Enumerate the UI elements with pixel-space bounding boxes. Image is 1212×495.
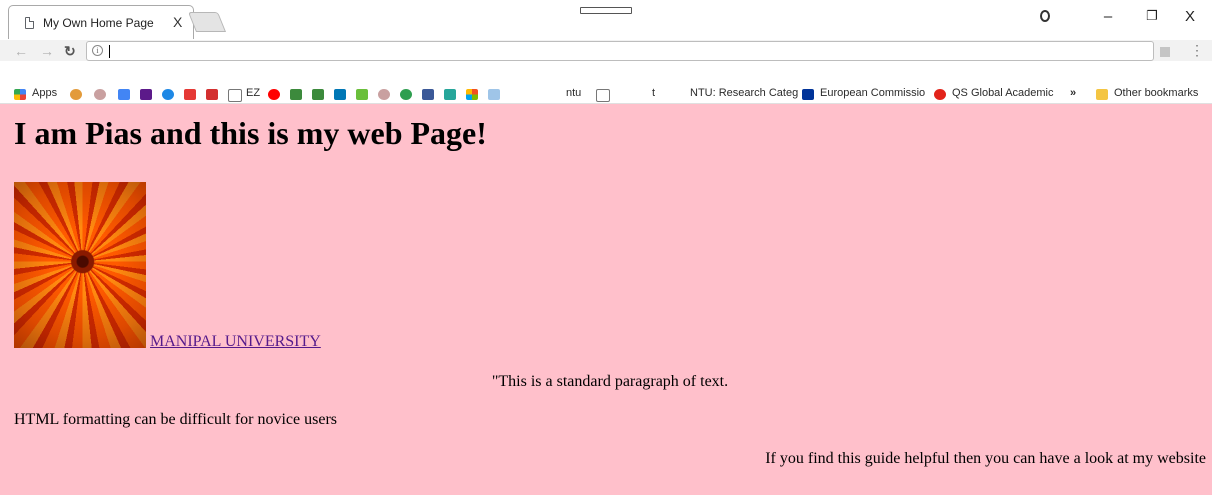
tab-close-button[interactable]: X — [173, 14, 182, 30]
standard-paragraph: "This is a standard paragraph of text. — [491, 373, 729, 390]
reload-icon[interactable]: ↻ — [64, 43, 76, 60]
bookmark-favicon[interactable] — [488, 89, 500, 100]
bookmark-favicon[interactable] — [356, 89, 368, 100]
window-drag-handle[interactable] — [580, 7, 632, 14]
page-icon[interactable] — [228, 89, 242, 102]
text-caret — [109, 45, 110, 58]
eu-icon[interactable] — [802, 89, 814, 100]
guide-paragraph: If you find this guide helpful then you … — [765, 450, 1206, 467]
linkedin-icon[interactable] — [334, 89, 346, 100]
bookmark-other[interactable]: Other bookmarks — [1114, 87, 1198, 99]
bookmark-favicon[interactable] — [290, 89, 302, 100]
folder-icon — [1096, 89, 1108, 100]
bookmark-favicon[interactable] — [70, 89, 82, 100]
info-icon[interactable]: i — [92, 45, 103, 56]
bookmark-favicon[interactable] — [444, 89, 456, 100]
menu-icon[interactable]: ⋮ — [1190, 42, 1204, 59]
manipal-university-link[interactable]: MANIPAL UNIVERSITY — [150, 333, 321, 351]
back-icon[interactable]: ← — [14, 43, 28, 59]
page-icon — [25, 17, 34, 29]
formatting-paragraph: HTML formatting can be difficult for nov… — [14, 411, 338, 428]
title-bar: My Own Home Page X – ❐ X — [0, 0, 1212, 40]
gmail-icon[interactable] — [206, 89, 218, 100]
bookmark-favicon[interactable] — [312, 89, 324, 100]
bookmark-favicon[interactable] — [378, 89, 390, 100]
flower-image — [14, 182, 146, 348]
profile-icon[interactable] — [1040, 10, 1052, 24]
address-bar[interactable]: i — [86, 41, 1154, 61]
bookmark-favicon[interactable] — [140, 89, 152, 100]
bookmark-favicon[interactable] — [400, 89, 412, 100]
qs-icon[interactable] — [934, 89, 946, 100]
page-heading: I am Pias and this is my web Page! — [14, 115, 487, 151]
web-page: I am Pias and this is my web Page! MANIP… — [0, 104, 1212, 495]
bookmarks-bar: Apps EZ ntu t NTU: Research Categ Europe… — [0, 85, 1212, 104]
google-icon[interactable] — [118, 89, 130, 100]
bookmarks-overflow-button[interactable]: » — [1070, 87, 1076, 99]
bookmark-t[interactable]: t — [652, 87, 655, 99]
bookmark-favicon[interactable] — [162, 89, 174, 100]
bookmark-qs-global[interactable]: QS Global Academic — [952, 87, 1054, 99]
bookmark-apps[interactable]: Apps — [32, 87, 57, 99]
opera-icon[interactable] — [268, 89, 280, 100]
apps-icon — [14, 89, 26, 100]
close-window-button[interactable]: X — [1178, 8, 1202, 25]
extension-icon[interactable] — [1160, 47, 1170, 57]
bookmark-favicon[interactable] — [94, 89, 106, 100]
page-icon[interactable] — [596, 89, 610, 102]
facebook-icon[interactable] — [422, 89, 434, 100]
bookmark-favicon[interactable] — [184, 89, 196, 100]
microsoft-icon[interactable] — [466, 89, 478, 100]
bookmark-european-commission[interactable]: European Commissio — [820, 87, 925, 99]
tab-title: My Own Home Page — [43, 16, 154, 30]
bookmark-ntu[interactable]: ntu — [566, 87, 581, 99]
tab-my-own-home-page[interactable]: My Own Home Page X — [8, 5, 194, 39]
toolbar-overlay — [0, 61, 1212, 85]
bookmark-ez[interactable]: EZ — [246, 87, 260, 99]
bookmark-ntu-research[interactable]: NTU: Research Categ — [690, 87, 798, 99]
minimize-button[interactable]: – — [1096, 8, 1120, 25]
forward-icon[interactable]: → — [40, 43, 54, 59]
restore-button[interactable]: ❐ — [1140, 8, 1164, 24]
